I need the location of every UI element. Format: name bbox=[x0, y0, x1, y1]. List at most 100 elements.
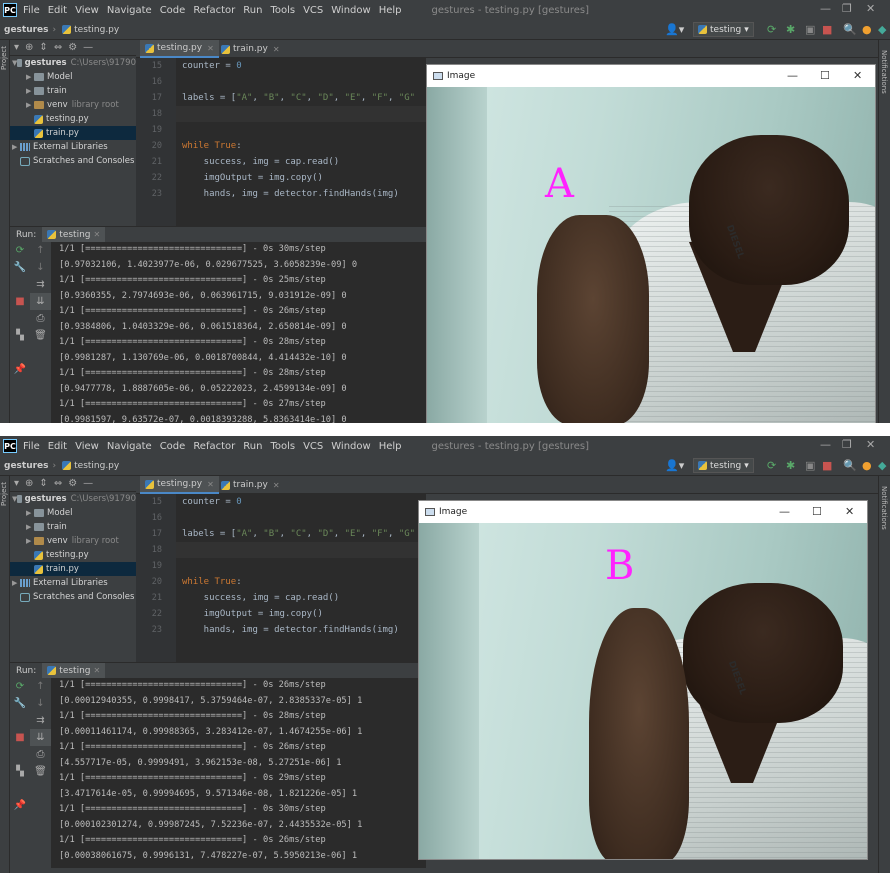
hide-icon[interactable]: — bbox=[83, 478, 93, 489]
debug-icon[interactable]: ✱ bbox=[786, 23, 795, 36]
print-icon[interactable]: ⎙ bbox=[30, 746, 51, 763]
menu-item-help[interactable]: Help bbox=[379, 441, 402, 452]
menu-item-tools[interactable]: Tools bbox=[270, 441, 295, 452]
soft-wrap-icon[interactable]: ⇉ bbox=[30, 276, 51, 293]
minimize-icon[interactable]: — bbox=[779, 505, 790, 518]
notifications-tool-tab[interactable]: Notifications bbox=[880, 50, 888, 94]
breadcrumb-file[interactable]: testing.py bbox=[62, 461, 119, 471]
tree-item-venv[interactable]: ▶ venv library root bbox=[10, 534, 136, 548]
up-icon[interactable]: ↑ bbox=[30, 242, 51, 259]
close-icon[interactable]: ✕ bbox=[94, 666, 101, 675]
tree-dropdown-icon[interactable]: ▾ bbox=[14, 478, 19, 489]
expand-icon[interactable]: ⇕ bbox=[39, 478, 47, 489]
soft-wrap-icon[interactable]: ⇉ bbox=[30, 712, 51, 729]
tree-item-external-libraries[interactable]: ▶ External Libraries bbox=[10, 140, 136, 154]
menu-item-code[interactable]: Code bbox=[160, 5, 186, 16]
console-output[interactable]: 1/1 [==============================] - 0… bbox=[52, 242, 426, 423]
close-icon[interactable]: ✕ bbox=[866, 438, 875, 451]
coverage-icon[interactable]: ▣ bbox=[805, 459, 815, 472]
run-icon[interactable]: ⟳ bbox=[767, 459, 776, 472]
close-icon[interactable]: ✕ bbox=[845, 505, 854, 518]
debug-icon[interactable]: ✱ bbox=[786, 459, 795, 472]
tree-root[interactable]: ▼ gestures C:\Users\91790 bbox=[10, 492, 136, 506]
print-icon[interactable]: ⎙ bbox=[30, 310, 51, 327]
tree-root[interactable]: ▼ gestures C:\Users\91790 bbox=[10, 56, 136, 70]
minimize-icon[interactable]: — bbox=[820, 2, 831, 15]
tree-item-train-folder[interactable]: ▶ train bbox=[10, 84, 136, 98]
code-editor[interactable]: counter = 0 labels = ["A", "B", "C", "D",… bbox=[176, 494, 426, 662]
menu-item-edit[interactable]: Edit bbox=[48, 441, 67, 452]
tree-item-model[interactable]: ▶ Model bbox=[10, 70, 136, 84]
layout-icon[interactable]: ▚ bbox=[10, 763, 30, 780]
menu-item-vcs[interactable]: VCS bbox=[303, 441, 323, 452]
search-icon[interactable]: 🔍 bbox=[843, 459, 857, 472]
menu-item-run[interactable]: Run bbox=[243, 441, 262, 452]
tree-item-testing-py[interactable]: testing.py bbox=[10, 548, 136, 562]
close-icon[interactable]: ✕ bbox=[273, 45, 280, 54]
user-icon[interactable]: 👤▾ bbox=[665, 459, 684, 472]
maximize-icon[interactable]: ❐ bbox=[842, 438, 852, 451]
close-icon[interactable]: ✕ bbox=[207, 44, 214, 53]
stop-icon[interactable]: ■ bbox=[822, 459, 832, 472]
rerun-icon[interactable]: ⟳ bbox=[10, 242, 30, 259]
close-icon[interactable]: ✕ bbox=[207, 480, 214, 489]
update-icon[interactable]: ● bbox=[862, 23, 872, 36]
collapse-icon[interactable]: ⇔ bbox=[54, 42, 62, 53]
tab-testing-py[interactable]: testing.py ✕ bbox=[140, 40, 219, 58]
close-icon[interactable]: ✕ bbox=[853, 69, 862, 82]
menu-item-navigate[interactable]: Navigate bbox=[107, 441, 152, 452]
menu-item-help[interactable]: Help bbox=[379, 5, 402, 16]
maximize-icon[interactable]: ❐ bbox=[842, 2, 852, 15]
coverage-icon[interactable]: ▣ bbox=[805, 23, 815, 36]
project-tool-tab[interactable]: Project bbox=[0, 46, 8, 70]
gear-icon[interactable]: ⚙ bbox=[68, 478, 77, 489]
tree-item-testing-py[interactable]: testing.py bbox=[10, 112, 136, 126]
menu-item-view[interactable]: View bbox=[75, 5, 99, 16]
search-icon[interactable]: 🔍 bbox=[843, 23, 857, 36]
menu-item-file[interactable]: File bbox=[23, 441, 40, 452]
tree-item-model[interactable]: ▶ Model bbox=[10, 506, 136, 520]
tree-item-scratches[interactable]: Scratches and Consoles bbox=[10, 590, 136, 604]
scroll-icon[interactable]: ⇊ bbox=[30, 293, 51, 310]
run-tab-testing[interactable]: testing ✕ bbox=[42, 226, 106, 243]
notifications-tool-tab[interactable]: Notifications bbox=[880, 486, 888, 530]
tree-item-scratches[interactable]: Scratches and Consoles bbox=[10, 154, 136, 168]
minimize-icon[interactable]: — bbox=[820, 438, 831, 451]
tab-train-py[interactable]: train.py ✕ bbox=[216, 40, 285, 58]
image-window-titlebar[interactable]: Image — ☐ ✕ bbox=[427, 65, 875, 87]
scroll-icon[interactable]: ⇊ bbox=[30, 729, 51, 746]
stop-icon[interactable]: ■ bbox=[10, 729, 30, 746]
tree-item-train-folder[interactable]: ▶ train bbox=[10, 520, 136, 534]
menu-item-window[interactable]: Window bbox=[331, 5, 370, 16]
menu-item-edit[interactable]: Edit bbox=[48, 5, 67, 16]
user-icon[interactable]: 👤▾ bbox=[665, 23, 684, 36]
hide-icon[interactable]: — bbox=[83, 42, 93, 53]
image-window[interactable]: Image — ☐ ✕ DIESEL A bbox=[426, 64, 876, 423]
image-window[interactable]: Image — ☐ ✕ DIESEL B bbox=[418, 500, 868, 860]
stop-icon[interactable]: ■ bbox=[10, 293, 30, 310]
tab-train-py[interactable]: train.py ✕ bbox=[216, 476, 285, 494]
plugin-icon[interactable]: ◆ bbox=[878, 23, 886, 36]
wrench-icon[interactable]: 🔧 bbox=[10, 259, 30, 276]
menu-item-tools[interactable]: Tools bbox=[270, 5, 295, 16]
maximize-icon[interactable]: ☐ bbox=[820, 69, 830, 82]
tree-item-train-py[interactable]: train.py bbox=[10, 562, 136, 576]
minimize-icon[interactable]: — bbox=[787, 69, 798, 82]
up-icon[interactable]: ↑ bbox=[30, 678, 51, 695]
maximize-icon[interactable]: ☐ bbox=[812, 505, 822, 518]
rerun-icon[interactable]: ⟳ bbox=[10, 678, 30, 695]
locate-icon[interactable]: ⊕ bbox=[25, 42, 33, 53]
locate-icon[interactable]: ⊕ bbox=[25, 478, 33, 489]
run-tab-testing[interactable]: testing ✕ bbox=[42, 662, 106, 679]
pin-icon[interactable]: 📌 bbox=[10, 797, 30, 814]
trash-icon[interactable]: 🗑 bbox=[30, 327, 51, 344]
code-editor[interactable]: counter = 0 labels = ["A", "B", "C", "D",… bbox=[176, 58, 426, 226]
expand-icon[interactable]: ⇕ bbox=[39, 42, 47, 53]
close-icon[interactable]: ✕ bbox=[273, 481, 280, 490]
run-icon[interactable]: ⟳ bbox=[767, 23, 776, 36]
menu-item-navigate[interactable]: Navigate bbox=[107, 5, 152, 16]
down-icon[interactable]: ↓ bbox=[30, 695, 51, 712]
trash-icon[interactable]: 🗑 bbox=[30, 763, 51, 780]
layout-icon[interactable]: ▚ bbox=[10, 327, 30, 344]
wrench-icon[interactable]: 🔧 bbox=[10, 695, 30, 712]
